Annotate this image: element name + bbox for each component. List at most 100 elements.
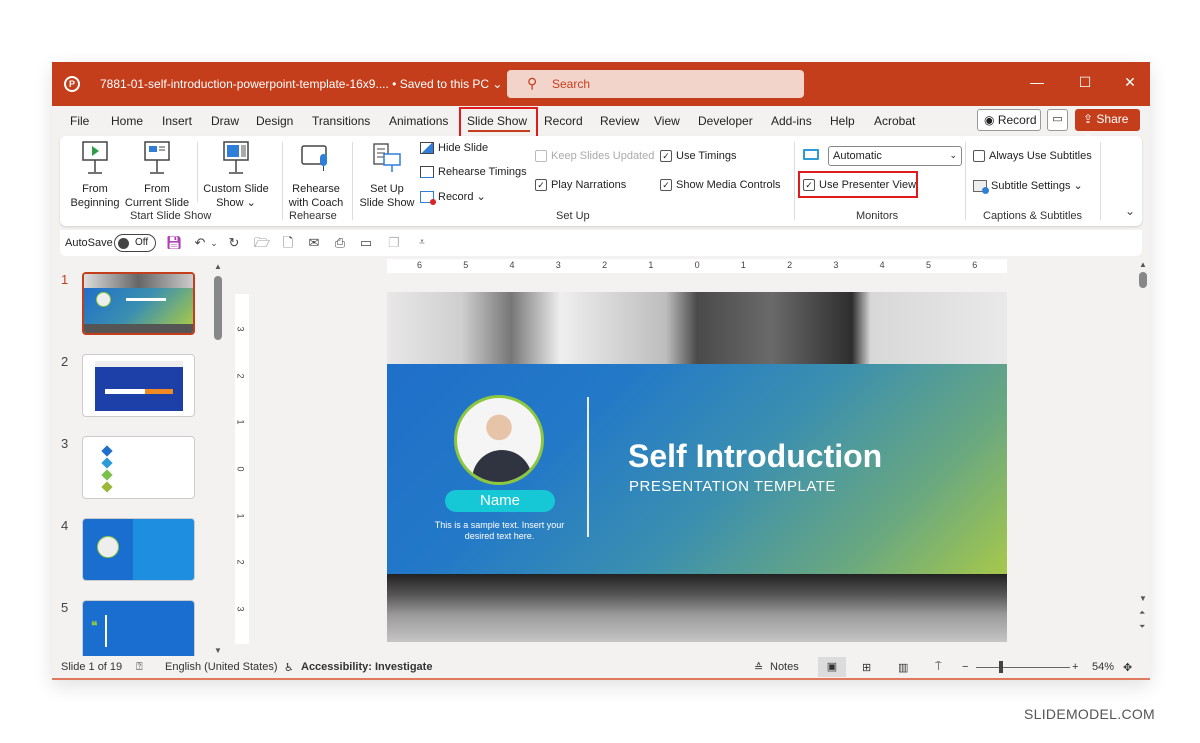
projector-play-icon [68, 140, 122, 178]
zoom-level[interactable]: 54% [1092, 661, 1114, 673]
slide-canvas[interactable]: Name This is a sample text. Insert your … [387, 292, 1007, 642]
ruler-tick-label: 4 [879, 260, 885, 270]
hide-slide-icon [420, 142, 434, 154]
zoom-slider-thumb[interactable] [999, 661, 1003, 673]
name-label[interactable]: Name [445, 490, 555, 512]
open-folder-icon[interactable]: 🗁 [254, 235, 270, 251]
tab-acrobat[interactable]: Acrobat [874, 114, 915, 128]
zoom-out-button[interactable]: − [962, 661, 968, 673]
rehearse-timings-button[interactable]: Rehearse Timings [420, 166, 527, 178]
use-timings-checkbox[interactable]: ✓ Use Timings [660, 150, 737, 162]
editor-scrollbar[interactable]: ▲ ▼ ⏶ ⏷ [1137, 260, 1150, 640]
profile-photo[interactable] [454, 395, 544, 485]
keep-slides-updated-checkbox[interactable]: Keep Slides Updated [535, 150, 654, 162]
tab-record[interactable]: Record [544, 114, 583, 128]
previous-slide-icon[interactable]: ⏶ [1139, 608, 1145, 618]
scroll-up-icon[interactable]: ▲ [214, 262, 222, 271]
slide-thumbnail-2[interactable] [82, 354, 195, 417]
collapse-ribbon-button[interactable]: ⌄ [1125, 204, 1135, 218]
checkbox-checked-icon: ✓ [535, 179, 547, 191]
duplicate-icon[interactable]: ❐ [386, 235, 402, 251]
slide-thumbnail-1[interactable] [82, 272, 195, 335]
fit-to-window-icon[interactable]: ✥ [1123, 661, 1132, 674]
set-up-slide-show-button[interactable]: Set Up Slide Show [358, 140, 416, 210]
background-photo-top [387, 292, 1007, 364]
always-use-subtitles-checkbox[interactable]: Always Use Subtitles [973, 150, 1092, 162]
customize-toolbar-icon[interactable]: ⩡ [414, 235, 430, 251]
accessibility-status[interactable]: Accessibility: Investigate [301, 661, 432, 673]
notes-button[interactable]: Notes [770, 661, 799, 673]
slide-title[interactable]: Self Introduction [628, 438, 882, 475]
reading-view-button[interactable]: ▥ [898, 661, 908, 674]
slide-sorter-button[interactable]: ⊞ [862, 661, 871, 674]
slide-subtitle[interactable]: PRESENTATION TEMPLATE [629, 478, 836, 495]
spelling-icon[interactable]: ⍰ [136, 661, 143, 674]
minimize-button[interactable]: — [1027, 74, 1047, 90]
close-button[interactable]: ✕ [1120, 74, 1140, 91]
show-media-controls-checkbox[interactable]: ✓ Show Media Controls [660, 179, 781, 191]
tab-developer[interactable]: Developer [698, 114, 753, 128]
next-slide-icon[interactable]: ⏷ [1139, 622, 1145, 632]
slide-thumbnail-3[interactable] [82, 436, 195, 499]
play-narrations-checkbox[interactable]: ✓ Play Narrations [535, 179, 626, 191]
rehearse-label-1: Rehearse [292, 183, 340, 195]
record-dropdown-button[interactable]: Record ⌄ [420, 190, 486, 205]
maximize-button[interactable]: ☐ [1075, 74, 1095, 91]
undo-dropdown-icon[interactable]: ⌄ [206, 235, 222, 251]
custom-show-label-2: Show ⌄ [216, 197, 256, 209]
normal-view-button[interactable]: ▣ [818, 657, 846, 677]
slide-thumbnail-5[interactable]: ❝ [82, 600, 195, 663]
tab-review[interactable]: Review [600, 114, 639, 128]
chevron-down-icon: ⌄ [949, 150, 957, 160]
save-icon[interactable]: 💾︎ [166, 235, 183, 251]
vertical-divider [587, 397, 589, 537]
language-indicator[interactable]: English (United States) [165, 661, 278, 673]
zoom-in-button[interactable]: + [1072, 661, 1078, 673]
tab-view[interactable]: View [654, 114, 680, 128]
scrollbar-thumb[interactable] [1139, 272, 1147, 288]
presenter-view-highlight [798, 171, 918, 198]
tab-animations[interactable]: Animations [389, 114, 448, 128]
start-presentation-icon[interactable]: ▭ [358, 235, 374, 251]
tab-draw[interactable]: Draw [211, 114, 239, 128]
zoom-slider-track[interactable] [976, 667, 1070, 668]
sample-text[interactable]: This is a sample text. Insert your desir… [432, 520, 567, 542]
thumbnail-number: 4 [61, 518, 69, 533]
powerpoint-window: P 7881-01-self-introduction-powerpoint-t… [52, 62, 1150, 680]
document-title[interactable]: 7881-01-self-introduction-powerpoint-tem… [100, 77, 502, 91]
share-button[interactable]: ⇪ Share ⌄ [1075, 109, 1140, 140]
email-icon[interactable]: ✉ [306, 235, 322, 251]
print-icon[interactable]: ⎙ [332, 235, 348, 251]
hide-slide-button[interactable]: Hide Slide [420, 142, 488, 154]
rehearse-with-coach-button[interactable]: Rehearse with Coach [286, 140, 346, 210]
autosave-toggle[interactable]: Off [114, 234, 156, 252]
tab-help[interactable]: Help [830, 114, 855, 128]
custom-slide-show-button[interactable]: Custom Slide Show ⌄ [200, 140, 272, 210]
status-accent-line [52, 678, 1150, 680]
scroll-down-icon[interactable]: ▼ [1139, 594, 1147, 603]
group-label-captions: Captions & Subtitles [983, 210, 1083, 222]
search-box[interactable]: ⚲ Search [507, 70, 804, 98]
tab-file[interactable]: File [70, 114, 89, 128]
tab-home[interactable]: Home [111, 114, 143, 128]
subtitle-settings-button[interactable]: Subtitle Settings ⌄ [973, 179, 1083, 194]
comments-button[interactable]: ▭ [1047, 109, 1068, 131]
slide-show-view-button[interactable]: ⍑ [935, 661, 942, 674]
tab-insert[interactable]: Insert [162, 114, 192, 128]
thumbnail-scrollbar[interactable]: ▲ ▼ [212, 262, 224, 657]
from-beginning-button[interactable]: From Beginning [68, 140, 122, 210]
slide-thumbnail-4[interactable] [82, 518, 195, 581]
tab-design[interactable]: Design [256, 114, 293, 128]
scroll-up-icon[interactable]: ▲ [1139, 260, 1147, 269]
tab-add-ins[interactable]: Add-ins [771, 114, 812, 128]
from-current-slide-button[interactable]: From Current Slide [124, 140, 190, 210]
scroll-down-icon[interactable]: ▼ [214, 646, 222, 655]
ruler-tick-label: 3 [555, 260, 561, 270]
tab-transitions[interactable]: Transitions [312, 114, 370, 128]
new-file-icon[interactable]: 🗋 [280, 235, 296, 251]
record-button[interactable]: ◉ Record [977, 109, 1041, 131]
scrollbar-thumb[interactable] [214, 276, 222, 340]
ruler-tick-label: 5 [463, 260, 469, 270]
redo-icon[interactable]: ↻ [226, 235, 242, 251]
monitor-select[interactable]: Automatic ⌄ [828, 146, 962, 166]
